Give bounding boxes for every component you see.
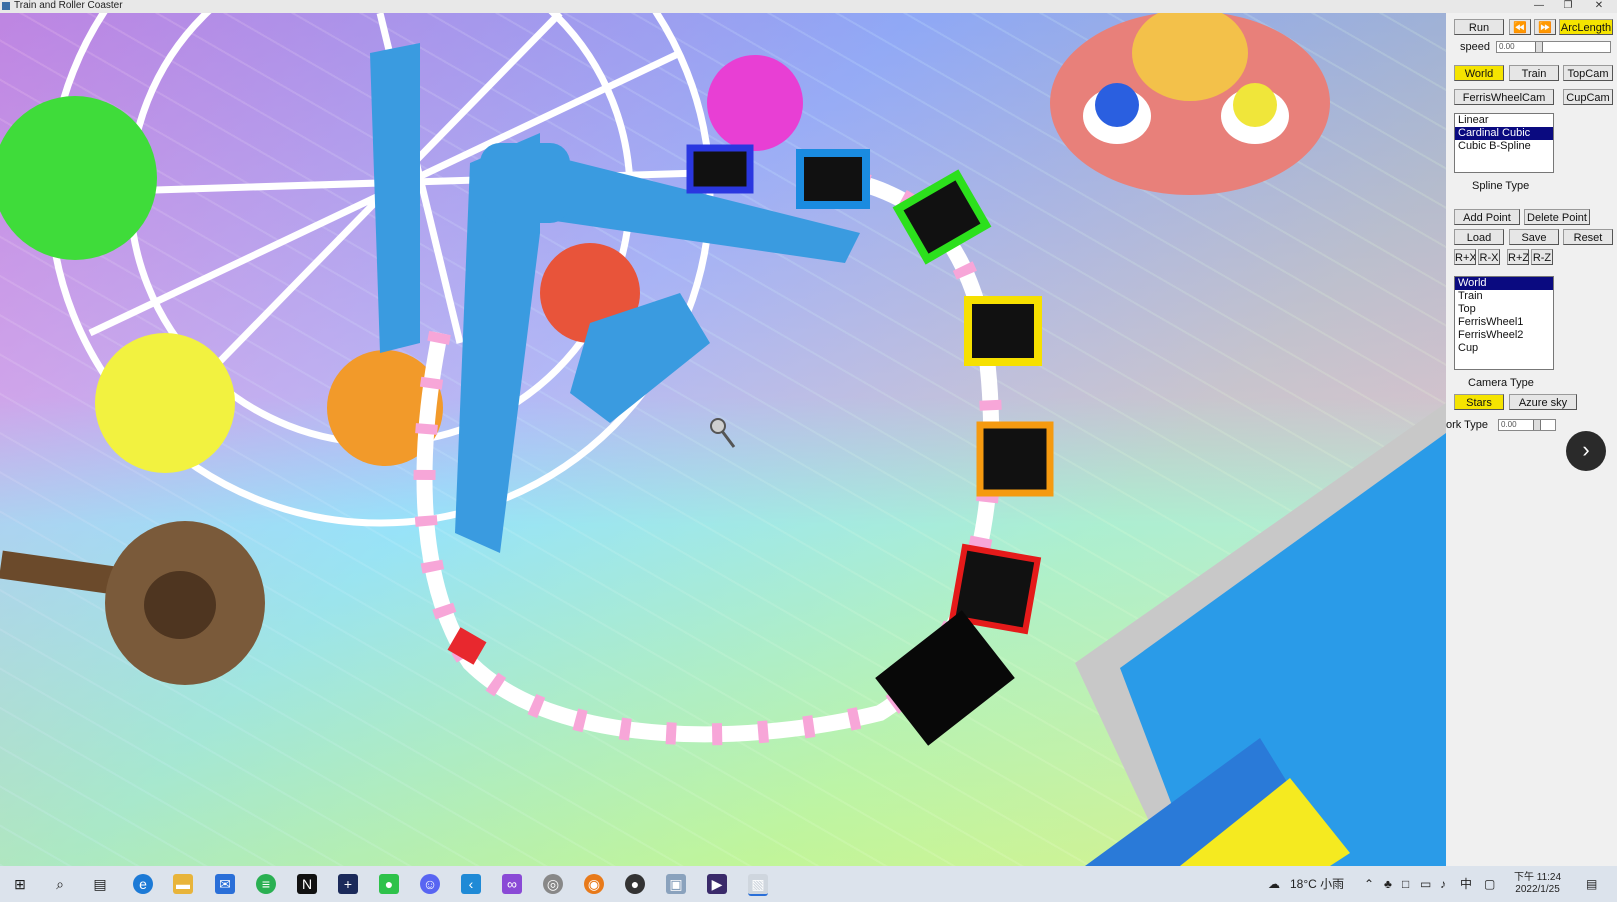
next-arrow-button[interactable]: ›: [1566, 431, 1606, 471]
work-type-label: ork Type: [1446, 419, 1488, 431]
pointer-tail: [720, 430, 736, 448]
spline-option-linear[interactable]: Linear: [1455, 114, 1553, 127]
load-button[interactable]: Load: [1454, 229, 1504, 245]
train-cam-button[interactable]: Train: [1509, 65, 1559, 81]
start-windows-icon[interactable]: ⊞: [10, 874, 30, 894]
camera-option-ferriswheel2[interactable]: FerrisWheel2: [1455, 329, 1553, 342]
camera-option-top[interactable]: Top: [1455, 303, 1553, 316]
cup-blue: [1095, 83, 1139, 127]
camera-type-label: Camera Type: [1468, 377, 1534, 389]
ferris-cabin-magenta: [707, 55, 803, 151]
camera-option-world[interactable]: World: [1455, 277, 1553, 290]
ferris-cabin-yellow: [95, 333, 235, 473]
task-view-icon[interactable]: ▤: [90, 874, 110, 894]
work-type-slider[interactable]: 0.00: [1498, 419, 1556, 431]
reset-button[interactable]: Reset: [1563, 229, 1613, 245]
scene-render: [0, 13, 1446, 866]
netflix-icon[interactable]: N: [297, 874, 317, 894]
add-point-button[interactable]: Add Point: [1454, 209, 1520, 225]
system-clock[interactable]: 下午 11:24 2022/1/25: [1514, 872, 1561, 896]
world-cam-button[interactable]: World: [1454, 65, 1504, 81]
ime-indicator[interactable]: 中: [1460, 866, 1472, 902]
rotate-minus-z-button[interactable]: R-Z: [1531, 249, 1553, 265]
obs-icon[interactable]: ◎: [543, 874, 563, 894]
rotate-plus-x-button[interactable]: R+X: [1454, 249, 1476, 265]
speed-label: speed: [1460, 41, 1490, 53]
disney-plus-icon[interactable]: +: [338, 874, 358, 894]
ferris-cabin-green: [0, 96, 157, 260]
weather-text[interactable]: 18°C 小雨: [1290, 866, 1344, 902]
work-type-value: 0.00: [1501, 420, 1517, 429]
azure-sky-button[interactable]: Azure sky: [1509, 394, 1577, 410]
vscode-icon[interactable]: ‹: [461, 874, 481, 894]
window-title: Train and Roller Coaster: [14, 0, 123, 11]
discord-icon[interactable]: ☺: [420, 874, 440, 894]
spotify-icon[interactable]: ≡: [256, 874, 276, 894]
topcam-button[interactable]: TopCam: [1563, 65, 1613, 81]
spline-option-b-spline[interactable]: Cubic B-Spline: [1455, 140, 1553, 153]
maximize-button[interactable]: ❐: [1557, 0, 1579, 12]
camera-type-list[interactable]: World Train Top FerrisWheel1 FerrisWheel…: [1454, 276, 1554, 370]
github-icon[interactable]: ●: [625, 874, 645, 894]
rotate-minus-x-button[interactable]: R-X: [1478, 249, 1500, 265]
clock-time: 下午 11:24: [1514, 872, 1562, 883]
video-editor-icon[interactable]: ▶: [707, 874, 727, 894]
save-button[interactable]: Save: [1509, 229, 1559, 245]
minimize-button[interactable]: —: [1528, 0, 1550, 12]
taskbar: ⊞ ⌕ ▤ e ▬ ✉ ≡ N + ● ☺ ‹ ∞ ◎ ◉ ● ▣ ▶ ▧ ☁ …: [0, 866, 1617, 902]
post-core: [144, 571, 216, 639]
run-button[interactable]: Run: [1454, 19, 1504, 35]
blender-icon[interactable]: ◉: [584, 874, 604, 894]
network-icon[interactable]: □: [1402, 866, 1409, 902]
speaker-icon[interactable]: ♪: [1440, 866, 1446, 902]
visual-studio-icon[interactable]: ∞: [502, 874, 522, 894]
language-icon[interactable]: ▢: [1484, 866, 1495, 902]
speed-slider-knob[interactable]: [1535, 42, 1543, 52]
app-icon: [2, 2, 10, 10]
rotate-plus-z-button[interactable]: R+Z: [1507, 249, 1529, 265]
spline-option-cardinal-cubic[interactable]: Cardinal Cubic: [1455, 127, 1553, 140]
photos-icon[interactable]: ▣: [666, 874, 686, 894]
spline-type-list[interactable]: Linear Cardinal Cubic Cubic B-Spline: [1454, 113, 1554, 173]
camera-option-ferriswheel1[interactable]: FerrisWheel1: [1455, 316, 1553, 329]
cup-cam-button[interactable]: CupCam: [1563, 89, 1613, 105]
file-explorer-icon[interactable]: ▬: [173, 874, 193, 894]
search-icon[interactable]: ⌕: [50, 874, 70, 894]
3d-viewport[interactable]: [0, 13, 1446, 866]
delete-point-button[interactable]: Delete Point: [1524, 209, 1590, 225]
camera-option-cup[interactable]: Cup: [1455, 342, 1553, 355]
work-type-slider-knob[interactable]: [1533, 420, 1541, 430]
chevron-up-icon[interactable]: ⌃: [1364, 866, 1374, 902]
rewind-button[interactable]: ⏪: [1509, 19, 1531, 35]
arclength-toggle[interactable]: ArcLength: [1559, 19, 1613, 35]
microphone-icon[interactable]: ♣: [1384, 866, 1392, 902]
speed-value: 0.00: [1499, 42, 1515, 51]
notification-icon[interactable]: ▤: [1586, 866, 1597, 902]
ferris-wheel-cam-button[interactable]: FerrisWheelCam: [1454, 89, 1554, 105]
weather-icon[interactable]: ☁: [1268, 866, 1280, 902]
forward-button[interactable]: ⏩: [1534, 19, 1556, 35]
close-button[interactable]: ✕: [1588, 0, 1610, 12]
mail-icon[interactable]: ✉: [215, 874, 235, 894]
cup-yellow: [1233, 83, 1277, 127]
window-titlebar: Train and Roller Coaster — ❐ ✕: [0, 0, 1617, 13]
active-app-icon[interactable]: ▧: [748, 874, 768, 896]
edge-icon[interactable]: e: [133, 874, 153, 894]
camera-option-train[interactable]: Train: [1455, 290, 1553, 303]
spline-type-label: Spline Type: [1472, 180, 1530, 192]
stars-sky-button[interactable]: Stars: [1454, 394, 1504, 410]
display-icon[interactable]: ▭: [1420, 866, 1431, 902]
line-icon[interactable]: ●: [379, 874, 399, 894]
speed-slider[interactable]: 0.00: [1496, 41, 1611, 53]
clock-date: 2022/1/25: [1515, 884, 1560, 895]
